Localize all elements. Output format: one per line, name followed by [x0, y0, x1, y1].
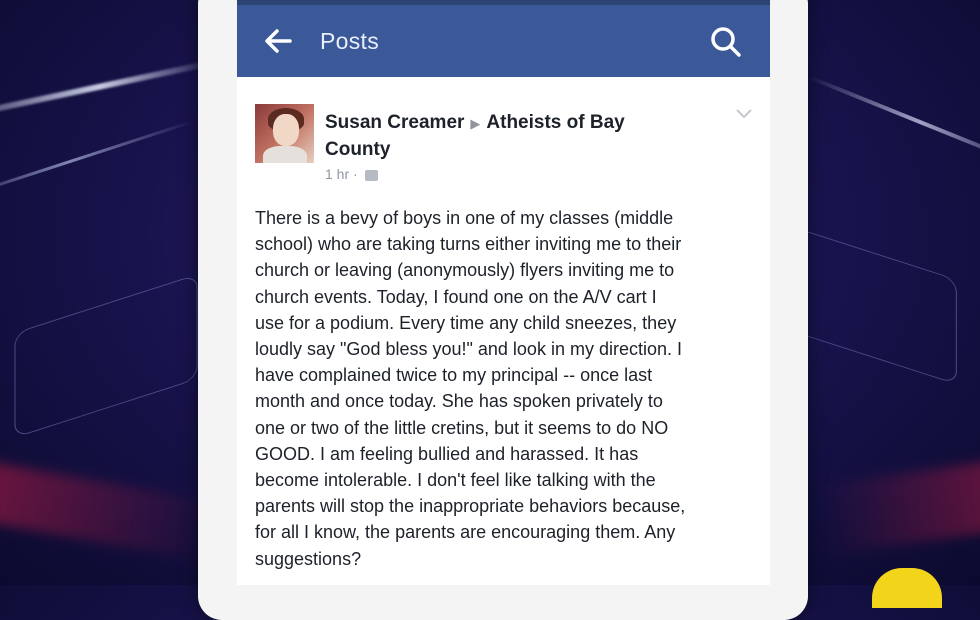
background-panel [14, 273, 198, 439]
back-arrow-icon[interactable] [263, 28, 293, 54]
post-header: Susan Creamer ▶ Atheists of Bay County 1 h… [255, 104, 755, 189]
arrow-separator-icon: ▶ [470, 116, 481, 131]
audience-icon [364, 169, 378, 181]
background-light-streak [0, 119, 195, 204]
author-name-link[interactable]: Susan Creamer [325, 112, 464, 133]
post-timestamp[interactable]: 1 hr [325, 166, 349, 182]
background-panel [795, 227, 957, 385]
status-strip [237, 0, 770, 5]
phone-screen: Posts Susan Creamer ▶ Atheists of Bay Coun… [237, 0, 770, 585]
background-red-glow [816, 455, 980, 555]
background-light-streak [807, 75, 980, 169]
post-meta: 1 hr · [325, 166, 378, 182]
avatar[interactable] [255, 104, 314, 163]
background-light-streak [0, 58, 218, 128]
chevron-down-icon[interactable] [735, 108, 753, 120]
top-navigation-bar: Posts [237, 0, 770, 77]
post-author-line: Susan Creamer ▶ Atheists of Bay County [325, 110, 675, 163]
background-red-glow [0, 457, 224, 563]
yellow-graphic [872, 568, 942, 608]
post-body-text: There is a bevy of boys in one of my cla… [255, 208, 686, 569]
page-title: Posts [320, 28, 380, 54]
search-icon[interactable] [710, 26, 742, 58]
